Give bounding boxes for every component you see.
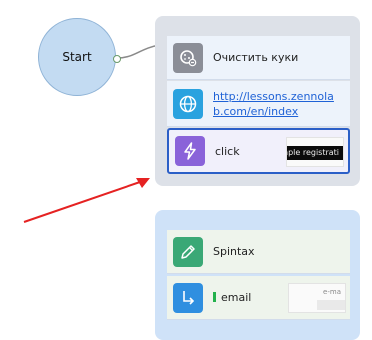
start-node-label: Start: [62, 50, 92, 64]
url-link-line-2[interactable]: b.com/en/index: [213, 104, 334, 119]
globe-icon: [173, 88, 203, 119]
thumbnail-input-box: [317, 300, 345, 310]
element-thumbnail: nple registrati: [286, 137, 344, 167]
start-output-port[interactable]: [113, 55, 121, 63]
action-group-2[interactable]: Spintax email e-ma: [155, 210, 360, 340]
url-link[interactable]: http://lessons.zennola b.com/en/index: [213, 89, 334, 119]
red-arrow-line: [23, 181, 141, 223]
action-label: Spintax: [213, 245, 255, 258]
action-label-text: email: [221, 291, 252, 304]
action-spintax[interactable]: Spintax: [167, 230, 350, 274]
action-clear-cookies[interactable]: Очистить куки: [167, 36, 350, 80]
red-arrow-head: [136, 178, 150, 188]
action-label: email: [213, 291, 251, 304]
start-node[interactable]: Start: [38, 18, 116, 96]
action-click[interactable]: click nple registrati: [167, 128, 350, 174]
action-label: click: [215, 144, 240, 158]
variable-marker: [213, 292, 216, 302]
url-link-line-1[interactable]: http://lessons.zennola: [213, 89, 334, 104]
thumbnail-text: nple registrati: [287, 146, 343, 160]
thumbnail-text: e-ma: [323, 288, 341, 296]
action-label: Очистить куки: [213, 51, 299, 64]
action-group-1[interactable]: Очистить куки http://lessons.zennola b.c…: [155, 16, 360, 186]
element-thumbnail: e-ma: [288, 283, 346, 313]
cookie-clear-icon: [173, 42, 203, 73]
action-navigate-url[interactable]: http://lessons.zennola b.com/en/index: [167, 81, 350, 127]
start-to-group-connector: [116, 44, 161, 59]
pencil-icon: [173, 236, 203, 267]
lightning-icon: [175, 136, 205, 166]
project-canvas[interactable]: Start Очистить куки http://lessons.zenno…: [0, 0, 372, 340]
arrow-down-right-icon: [173, 282, 203, 313]
action-email[interactable]: email e-ma: [167, 276, 350, 320]
